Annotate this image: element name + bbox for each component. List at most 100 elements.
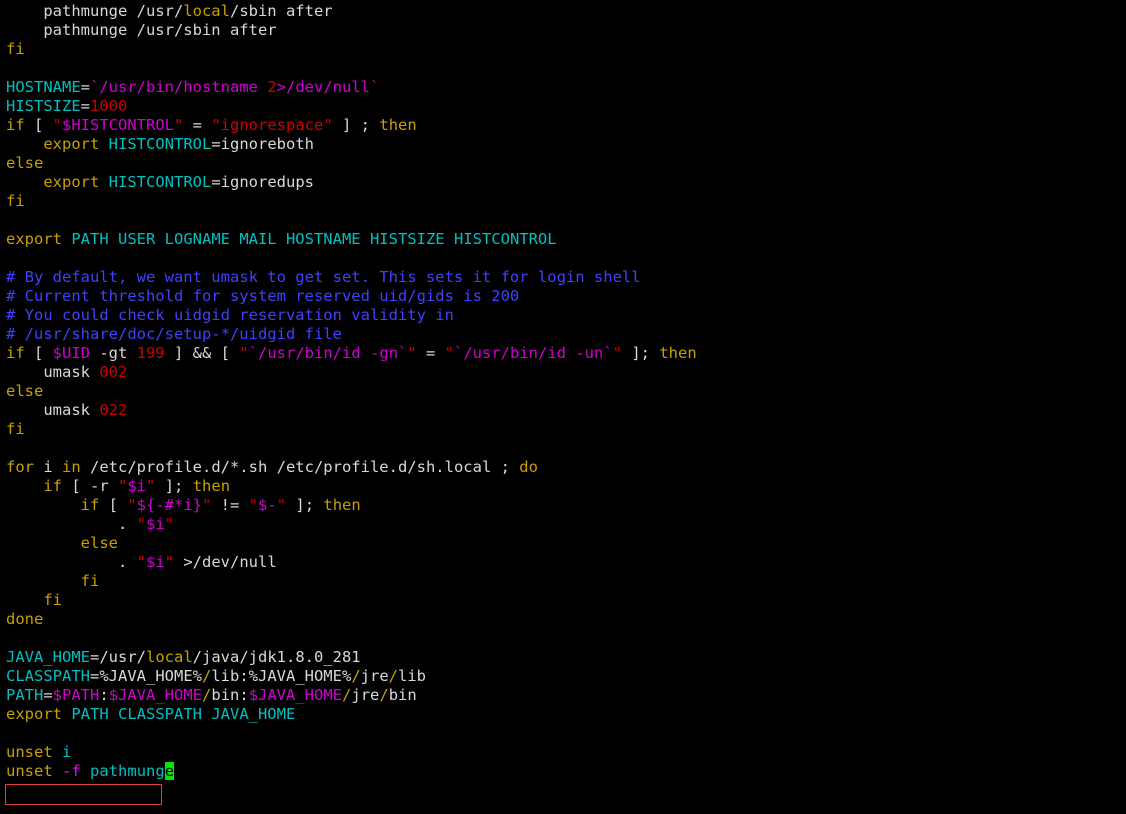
- code-line: . "$i": [6, 515, 1126, 534]
- code-line: CLASSPATH=%JAVA_HOME%/lib:%JAVA_HOME%/jr…: [6, 667, 1126, 686]
- code-line: pathmunge /usr/local/sbin after: [6, 2, 1126, 21]
- code-token: pathmunge /usr/: [6, 2, 184, 20]
- code-token: =: [80, 97, 90, 115]
- code-token: ": [248, 496, 259, 514]
- code-token: ": [174, 116, 184, 134]
- code-line: unset -f pathmunge: [6, 762, 1126, 781]
- code-token: # Current threshold for system reserved …: [6, 287, 520, 305]
- text-cursor: e: [164, 762, 175, 780]
- code-token: =: [183, 116, 212, 134]
- code-token: $i: [146, 515, 165, 533]
- code-line: if [ $UID -gt 199 ] && [ "`/usr/bin/id -…: [6, 344, 1126, 363]
- code-line: else: [6, 382, 1126, 401]
- code-token: ;: [360, 116, 371, 134]
- code-token: then: [659, 344, 697, 362]
- code-editor-area[interactable]: pathmunge /usr/local/sbin after pathmung…: [0, 0, 1126, 800]
- code-token: ": [202, 496, 212, 514]
- code-token: ": [127, 496, 137, 514]
- code-token: # You could check uidgid reservation val…: [6, 306, 454, 324]
- code-token: fi: [6, 40, 25, 58]
- code-line: umask 002: [6, 363, 1126, 382]
- code-token: lib:%JAVA_HOME%: [211, 667, 352, 685]
- code-token: done: [6, 610, 44, 628]
- code-token: /: [201, 667, 212, 685]
- code-token: # /usr/share/doc/setup-*/uidgid file: [6, 325, 342, 343]
- code-line: export PATH CLASSPATH JAVA_HOME: [6, 705, 1126, 724]
- code-token: else: [6, 154, 44, 172]
- code-line: fi: [6, 572, 1126, 591]
- code-line: PATH=$PATH:$JAVA_HOME/bin:$JAVA_HOME/jre…: [6, 686, 1126, 705]
- code-token: ]: [164, 344, 184, 362]
- code-token: =ignoredups: [211, 173, 314, 191]
- code-token: lib: [398, 667, 426, 685]
- code-token: /: [202, 686, 212, 704]
- code-token: [: [220, 344, 240, 362]
- code-token: ];: [286, 496, 315, 514]
- code-token: export: [43, 173, 100, 191]
- code-token: else: [80, 534, 118, 552]
- code-token: /usr/bin/hostname: [99, 78, 268, 96]
- code-token: HISTSIZE: [6, 97, 81, 115]
- code-token: 199: [136, 344, 165, 362]
- code-token: ];: [622, 344, 650, 362]
- code-line: pathmunge /usr/sbin after: [6, 21, 1126, 40]
- code-token: /etc/profile.d/*.sh /etc/profile.d/sh.lo…: [80, 458, 501, 476]
- code-token: umask: [6, 363, 100, 381]
- code-token: i: [34, 458, 62, 476]
- code-line: . "$i" >/dev/null: [6, 553, 1126, 572]
- code-line: done: [6, 610, 1126, 629]
- code-line: umask 022: [6, 401, 1126, 420]
- code-token: HISTCONTROL: [108, 135, 212, 153]
- code-token: ": [164, 553, 175, 571]
- code-line: if [ -r "$i" ]; then: [6, 477, 1126, 496]
- code-token: ;: [500, 458, 510, 476]
- code-token: -f: [62, 762, 81, 780]
- code-token: export: [6, 230, 62, 248]
- code-token: umask: [6, 401, 100, 419]
- code-token: jre: [360, 667, 389, 685]
- code-token: # By default, we want umask to get set. …: [6, 268, 641, 286]
- code-token: $UID: [52, 344, 90, 362]
- code-token: PATH: [6, 686, 44, 704]
- code-line: else: [6, 154, 1126, 173]
- code-line: # By default, we want umask to get set. …: [6, 268, 1126, 287]
- code-token: [: [99, 496, 128, 514]
- code-token: 002: [99, 363, 128, 381]
- code-line: export HISTCONTROL=ignoreboth: [6, 135, 1126, 154]
- code-token: export: [43, 135, 100, 153]
- code-token: ];: [155, 477, 184, 495]
- code-token: then: [323, 496, 361, 514]
- code-token: bin: [388, 686, 417, 704]
- code-line: fi: [6, 420, 1126, 439]
- code-token: =: [43, 686, 53, 704]
- code-line: # Current threshold for system reserved …: [6, 287, 1126, 306]
- code-line: # You could check uidgid reservation val…: [6, 306, 1126, 325]
- code-token: ": [136, 515, 146, 533]
- code-line: HISTSIZE=1000: [6, 97, 1126, 116]
- terminal-window[interactable]: pathmunge /usr/local/sbin after pathmung…: [0, 0, 1126, 807]
- code-token: /: [342, 686, 352, 704]
- code-token: .: [6, 553, 137, 571]
- code-token: 1000: [90, 97, 128, 115]
- code-line: else: [6, 534, 1126, 553]
- code-token: =ignoreboth: [211, 135, 314, 153]
- code-token: /: [379, 686, 389, 704]
- code-token: in: [62, 458, 81, 476]
- code-token: [: [24, 116, 53, 134]
- code-token: /sbin after: [229, 2, 333, 20]
- code-token: `: [370, 78, 380, 96]
- code-line: if [ "$HISTCONTROL" = "ignorespace" ] ; …: [6, 116, 1126, 135]
